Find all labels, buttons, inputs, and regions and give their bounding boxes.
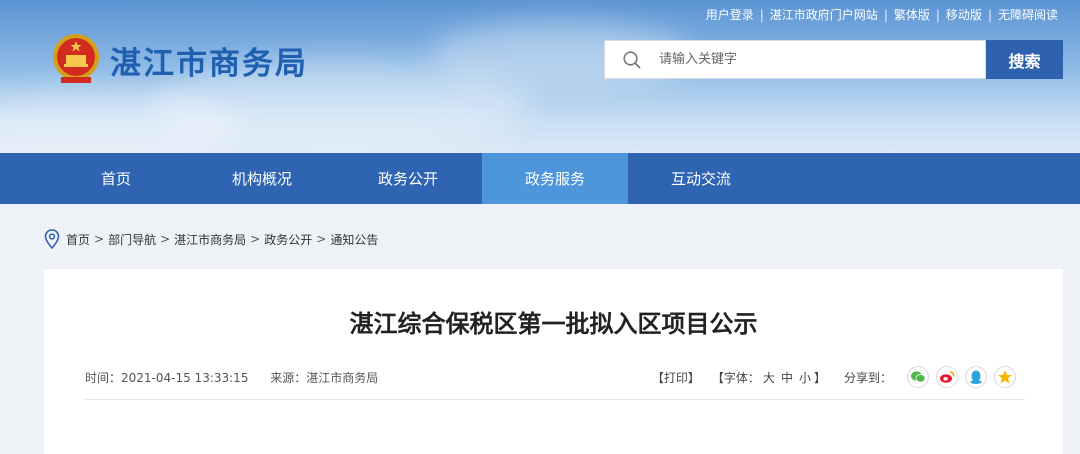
font-size-small[interactable]: 小: [799, 369, 811, 386]
national-emblem-icon: [53, 34, 99, 83]
breadcrumb: 首页 > 部门导航 > 湛江市商务局 > 政务公开 > 通知公告: [44, 229, 378, 249]
nav-interaction[interactable]: 互动交流: [628, 153, 774, 204]
search-icon: [623, 50, 641, 68]
breadcrumb-notices[interactable]: 通知公告: [330, 231, 378, 248]
breadcrumb-bureau[interactable]: 湛江市商务局: [174, 231, 246, 248]
search-box: [604, 40, 986, 79]
breadcrumb-home[interactable]: 首页: [66, 231, 90, 248]
top-link-separator: |: [935, 7, 940, 22]
font-size-suffix: 】: [813, 370, 826, 385]
breadcrumb-separator: >: [160, 232, 171, 246]
nav-gov-disclosure[interactable]: 政务公开: [335, 153, 481, 204]
top-links: 用户登录 | 湛江市政府门户网站 | 繁体版 | 移动版 | 无障碍阅读: [706, 6, 1058, 23]
mobile-version-link[interactable]: 移动版: [946, 6, 982, 23]
font-size-medium[interactable]: 中: [781, 369, 793, 386]
publish-time: 时间：2021-04-15 13:33:15: [85, 371, 249, 385]
search-button[interactable]: 搜索: [986, 40, 1063, 79]
qzone-icon[interactable]: [994, 366, 1016, 388]
top-link-separator: |: [883, 7, 888, 22]
nav-gov-services[interactable]: 政务服务: [482, 153, 628, 204]
font-size-prefix: 【字体：: [711, 370, 760, 385]
breadcrumb-disclosure[interactable]: 政务公开: [264, 231, 312, 248]
main-nav: 首页 机构概况 政务公开 政务服务 互动交流: [0, 153, 1080, 204]
gov-portal-link[interactable]: 湛江市政府门户网站: [770, 6, 878, 23]
site-title[interactable]: 湛江市商务局: [110, 38, 308, 83]
nav-home[interactable]: 首页: [43, 153, 189, 204]
article-source: 来源：湛江市商务局: [270, 371, 379, 385]
breadcrumb-separator: >: [94, 232, 105, 246]
breadcrumb-separator: >: [250, 232, 261, 246]
accessibility-link[interactable]: 无障碍阅读: [998, 6, 1058, 23]
wechat-icon[interactable]: [907, 366, 929, 388]
article-meta: 时间：2021-04-15 13:33:15 来源：湛江市商务局: [85, 369, 378, 386]
header-banner: 用户登录 | 湛江市政府门户网站 | 繁体版 | 移动版 | 无障碍阅读 湛江市…: [0, 0, 1080, 153]
search-input[interactable]: [659, 52, 959, 67]
qq-icon[interactable]: [965, 366, 987, 388]
nav-about[interactable]: 机构概况: [189, 153, 335, 204]
top-link-separator: |: [759, 7, 764, 22]
breadcrumb-separator: >: [316, 232, 327, 246]
font-size-large[interactable]: 大: [763, 369, 775, 386]
traditional-chinese-link[interactable]: 繁体版: [894, 6, 930, 23]
breadcrumb-dept-nav[interactable]: 部门导航: [108, 231, 156, 248]
article-tools: 【打印】 【字体： 大 中 小 】 分享到：: [652, 366, 1016, 388]
login-link[interactable]: 用户登录: [706, 6, 754, 23]
top-link-separator: |: [987, 7, 992, 22]
article-title: 湛江综合保税区第一批拟入区项目公示: [349, 310, 758, 338]
meta-divider: [85, 399, 1025, 400]
location-pin-icon: [44, 229, 60, 249]
print-button[interactable]: 【打印】: [652, 369, 700, 386]
article-panel: 湛江综合保税区第一批拟入区项目公示 时间：2021-04-15 13:33:15…: [44, 269, 1063, 454]
weibo-icon[interactable]: [936, 366, 958, 388]
share-label: 分享到：: [843, 370, 892, 385]
